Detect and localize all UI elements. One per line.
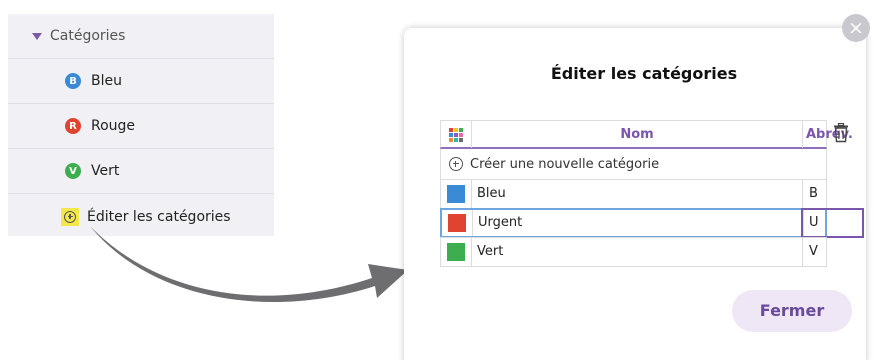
table-row[interactable]: Vert V [440, 237, 827, 267]
edit-categories-label: Éditer les catégories [87, 208, 231, 225]
color-column-header [441, 121, 472, 148]
color-swatch-cell[interactable] [441, 180, 472, 208]
table-row[interactable]: Bleu B [440, 179, 827, 209]
create-category-button[interactable]: Créer une nouvelle catégorie [440, 149, 827, 179]
edit-categories-link[interactable]: Éditer les catégories [8, 194, 274, 239]
category-name-cell[interactable]: Vert [472, 238, 803, 266]
sidebar-item-vert[interactable]: V Vert [8, 149, 274, 194]
dialog-title: Éditer les catégories [550, 64, 738, 83]
color-palette-icon [449, 127, 463, 142]
edit-categories-icon [61, 207, 79, 226]
caret-down-icon [32, 32, 42, 40]
category-abbr-cell[interactable]: V [803, 238, 865, 266]
sidebar-item-label: Rouge [91, 118, 136, 134]
create-category-label: Créer une nouvelle catégorie [470, 156, 660, 172]
categories-header[interactable]: Catégories [8, 14, 274, 59]
add-circle-icon [449, 157, 463, 171]
sidebar-item-label: Vert [91, 163, 120, 179]
name-column-header[interactable]: Nom [472, 121, 803, 148]
categories-header-label: Catégories [50, 28, 126, 44]
sidebar-item-label: Bleu [91, 73, 122, 89]
sidebar-item-bleu[interactable]: B Bleu [8, 59, 274, 104]
color-swatch-cell[interactable] [442, 210, 473, 236]
category-badge-icon: B [65, 73, 81, 89]
category-badge-icon: R [65, 118, 81, 134]
categories-sidebar: Catégories B Bleu R Rouge V Vert Éditer … [8, 14, 274, 236]
table-row-selected[interactable]: Urgent U [440, 208, 864, 238]
category-badge-icon: V [65, 163, 81, 179]
category-name-cell[interactable]: Bleu [472, 180, 803, 208]
category-abbr-input[interactable]: U [801, 208, 864, 238]
color-swatch-cell[interactable] [441, 238, 472, 266]
trash-icon[interactable] [832, 123, 850, 143]
category-abbr-cell[interactable]: B [803, 180, 865, 208]
table-header: Nom Abrév. [440, 120, 853, 149]
category-name-cell[interactable]: Urgent [473, 210, 804, 236]
close-button[interactable]: Fermer [732, 290, 852, 332]
sidebar-item-rouge[interactable]: R Rouge [8, 104, 274, 149]
